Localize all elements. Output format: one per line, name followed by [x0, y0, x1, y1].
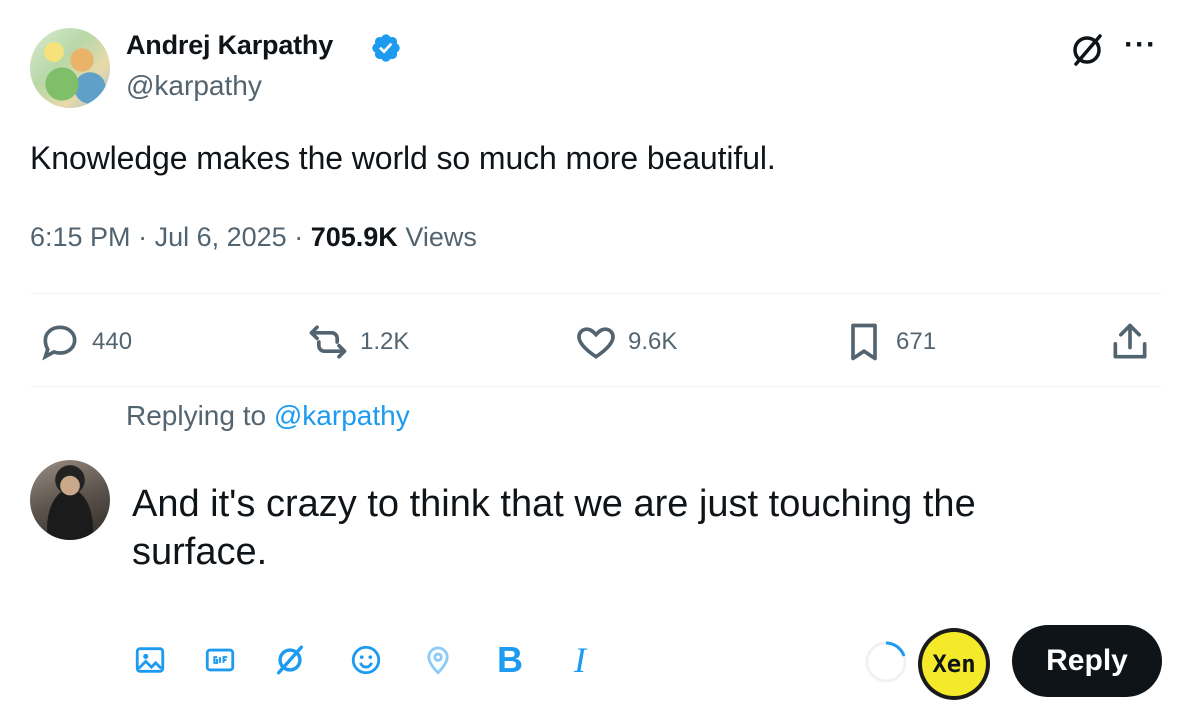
- share-icon: [1113, 323, 1147, 359]
- replying-handle[interactable]: @karpathy: [274, 400, 410, 431]
- like-count: 9.6K: [628, 328, 678, 355]
- emoji-icon: [351, 645, 381, 675]
- grok-icon[interactable]: [1068, 30, 1108, 70]
- meta-separator: ·: [294, 222, 304, 252]
- reply-textarea[interactable]: And it's crazy to think that we are just…: [132, 480, 1112, 576]
- location-icon: [427, 646, 449, 675]
- share-action[interactable]: [1108, 320, 1152, 364]
- replying-to: Replying to @karpathy: [126, 400, 410, 432]
- reply-submit-button[interactable]: Reply: [1012, 625, 1162, 697]
- user-avatar[interactable]: [30, 460, 110, 540]
- tweet-meta: 6:15 PM · Jul 6, 2025 · 705.9K Views: [30, 222, 477, 253]
- reply-action[interactable]: 440: [38, 320, 132, 364]
- meta-separator: ·: [138, 222, 148, 252]
- more-icon[interactable]: ···: [1124, 28, 1157, 62]
- repost-count: 1.2K: [360, 328, 410, 355]
- italic-button[interactable]: I: [560, 640, 600, 680]
- bookmark-count: 671: [896, 328, 937, 355]
- like-action[interactable]: 9.6K: [574, 320, 677, 364]
- gif-icon: [205, 648, 235, 672]
- location-button[interactable]: [418, 640, 458, 680]
- bookmark-action[interactable]: 671: [842, 320, 936, 364]
- xen-badge: Xen: [922, 632, 986, 696]
- xen-extension-button[interactable]: Xen: [918, 628, 990, 700]
- character-progress-ring: [865, 641, 907, 683]
- verified-badge-icon: [372, 34, 400, 62]
- emoji-button[interactable]: [346, 640, 386, 680]
- divider: [30, 293, 1162, 294]
- views-count: 705.9K: [310, 222, 398, 252]
- replying-prefix: Replying to: [126, 400, 267, 431]
- grok-button[interactable]: [270, 640, 310, 680]
- divider: [30, 386, 1162, 387]
- gif-button[interactable]: [200, 640, 240, 680]
- like-icon: [577, 327, 615, 359]
- author-handle[interactable]: @karpathy: [126, 70, 262, 102]
- tweet-text: Knowledge makes the world so much more b…: [30, 140, 776, 176]
- tweet-date[interactable]: Jul 6, 2025: [155, 222, 287, 252]
- media-icon: [135, 647, 165, 673]
- repost-action[interactable]: 1.2K: [306, 320, 409, 364]
- tweet-time[interactable]: 6:15 PM: [30, 222, 131, 252]
- views-label: Views: [405, 222, 477, 252]
- media-button[interactable]: [130, 640, 170, 680]
- repost-icon: [309, 325, 347, 359]
- author-name[interactable]: Andrej Karpathy: [126, 30, 333, 61]
- reply-icon: [42, 325, 77, 361]
- bold-button[interactable]: B: [490, 639, 530, 680]
- reply-count: 440: [92, 328, 133, 355]
- author-avatar[interactable]: [30, 28, 110, 108]
- grok-icon: [276, 645, 304, 675]
- bookmark-icon: [851, 323, 877, 361]
